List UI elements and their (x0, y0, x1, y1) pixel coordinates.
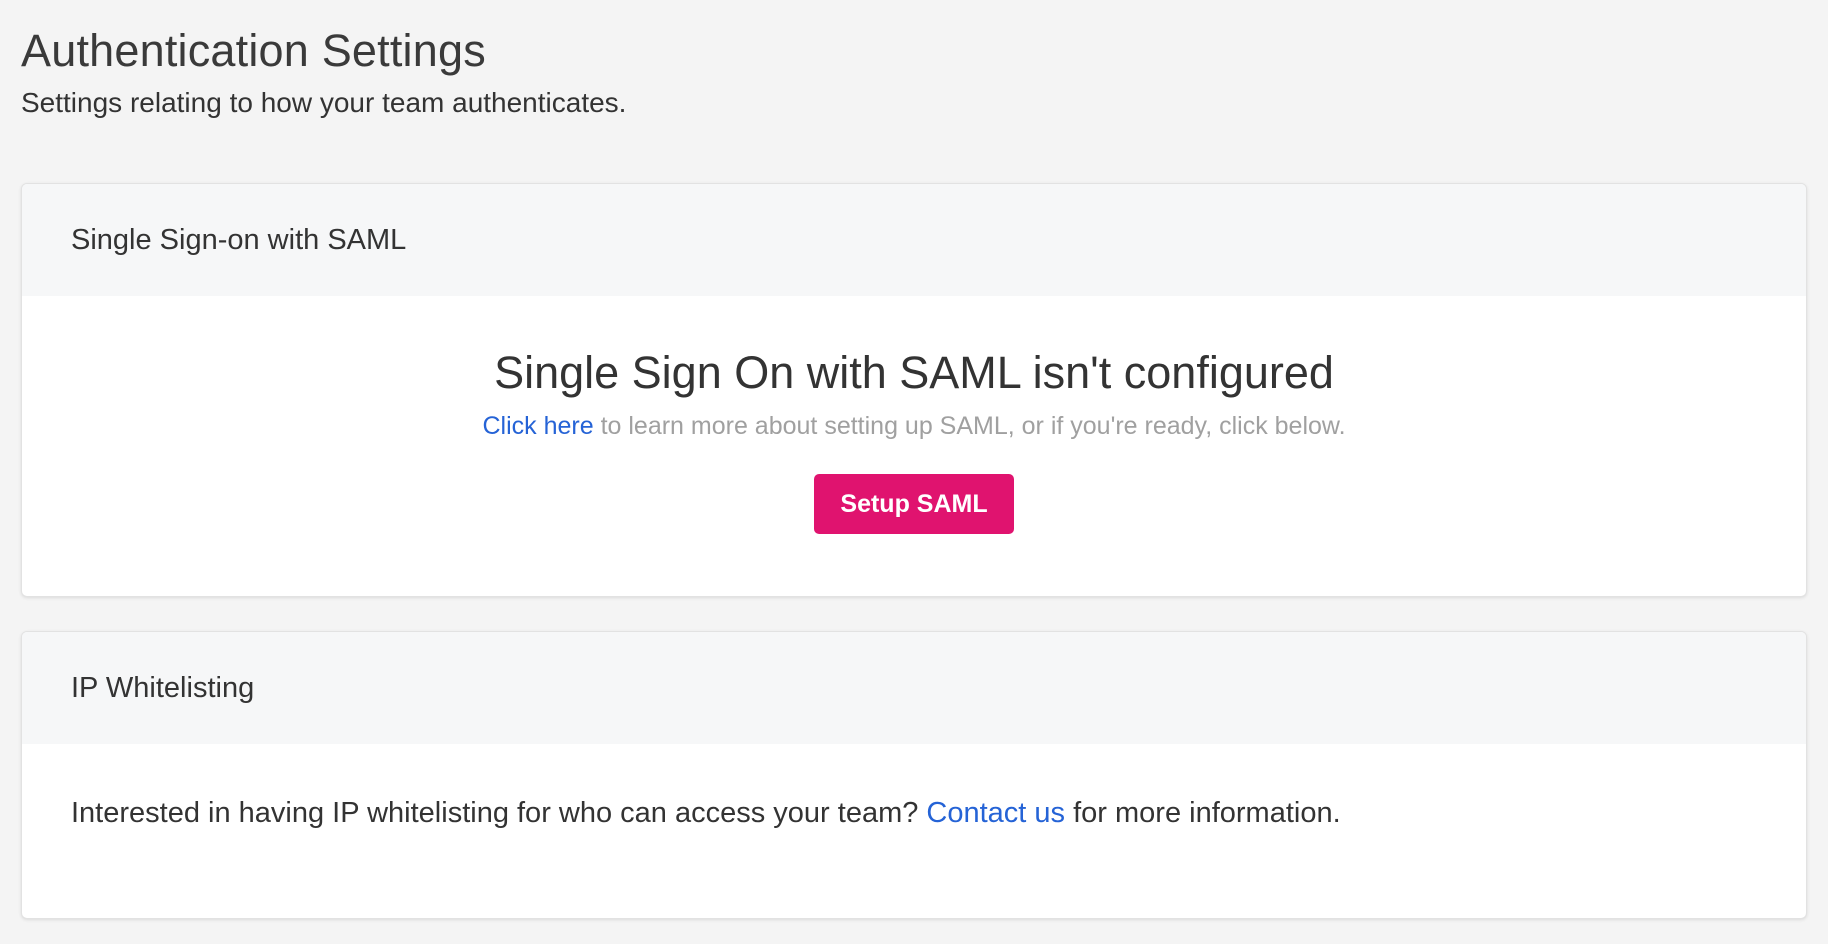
saml-description-text: to learn more about setting up SAML, or … (593, 412, 1346, 440)
saml-card-body: Single Sign On with SAML isn't configure… (22, 296, 1806, 534)
setup-saml-button[interactable]: Setup SAML (814, 474, 1014, 534)
contact-us-link[interactable]: Contact us (926, 797, 1065, 829)
page-title: Authentication Settings (21, 25, 486, 76)
saml-card: Single Sign-on with SAML Single Sign On … (21, 183, 1807, 597)
ip-whitelisting-text-before: Interested in having IP whitelisting for… (71, 797, 927, 829)
saml-learn-more-link[interactable]: Click here (482, 412, 593, 440)
ip-whitelisting-text-after: for more information. (1065, 797, 1341, 829)
saml-status-heading: Single Sign On with SAML isn't configure… (494, 347, 1334, 398)
ip-whitelisting-card-header: IP Whitelisting (22, 632, 1806, 744)
saml-description: Click here to learn more about setting u… (482, 410, 1345, 442)
ip-whitelisting-text: Interested in having IP whitelisting for… (22, 744, 1806, 830)
ip-whitelisting-card: IP Whitelisting Interested in having IP … (21, 631, 1807, 919)
authentication-settings-page: Authentication Settings Settings relatin… (0, 0, 1828, 944)
page-subtitle: Settings relating to how your team authe… (21, 87, 627, 118)
saml-card-header: Single Sign-on with SAML (22, 184, 1806, 296)
